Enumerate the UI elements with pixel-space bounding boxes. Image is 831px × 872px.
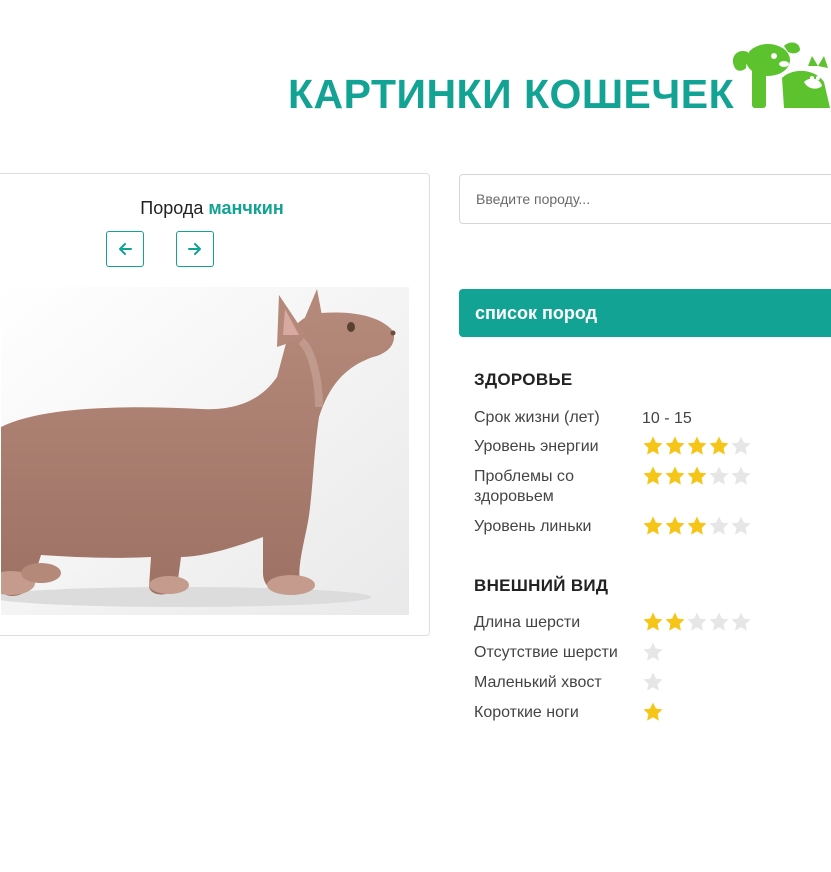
breed-card: Порода манчкин — [0, 173, 430, 636]
breed-heading: Порода манчкин — [0, 197, 429, 219]
star-rating — [642, 611, 752, 633]
star-empty-icon — [731, 516, 751, 535]
rating-label: Уровень энергии — [474, 438, 599, 455]
health-section-title: ЗДОРОВЬЕ — [474, 370, 573, 389]
prev-image-button[interactable] — [106, 231, 144, 267]
star-filled-icon — [665, 466, 685, 485]
star-filled-icon — [687, 516, 707, 535]
appearance-section-title: ВНЕШНИЙ ВИД — [474, 576, 609, 595]
star-rating — [642, 465, 752, 487]
breed-prefix: Порода — [140, 198, 204, 218]
star-filled-icon — [643, 702, 663, 721]
breed-search-input[interactable] — [459, 174, 831, 224]
arrow-left-icon — [119, 243, 132, 255]
star-empty-icon — [731, 466, 751, 485]
star-filled-icon — [665, 436, 685, 455]
arrow-right-icon — [188, 243, 201, 255]
rating-label: Короткие ноги — [474, 704, 579, 721]
star-filled-icon — [643, 516, 663, 535]
star-empty-icon — [687, 612, 707, 631]
rating-label: Уровень линьки — [474, 518, 592, 535]
star-filled-icon — [709, 436, 729, 455]
star-rating — [642, 641, 664, 663]
star-filled-icon — [687, 436, 707, 455]
star-filled-icon — [687, 466, 707, 485]
life-span-value: 10 - 15 — [642, 410, 692, 427]
star-empty-icon — [709, 516, 729, 535]
star-empty-icon — [709, 612, 729, 631]
star-empty-icon — [731, 612, 751, 631]
star-rating — [642, 671, 664, 693]
star-filled-icon — [643, 466, 663, 485]
star-empty-icon — [731, 436, 751, 455]
star-filled-icon — [643, 436, 663, 455]
rating-label: Проблемы со здоровьем — [474, 468, 574, 505]
star-rating — [642, 515, 752, 537]
dog-cat-logo-icon — [732, 42, 830, 108]
star-rating — [642, 435, 752, 457]
rating-label: Длина шерсти — [474, 614, 581, 631]
star-filled-icon — [665, 612, 685, 631]
rating-label: Маленький хвост — [474, 674, 602, 691]
star-empty-icon — [643, 642, 663, 661]
rating-label: Отсутствие шерсти — [474, 644, 618, 661]
site-title: КАРТИНКИ КОШЕЧЕК — [288, 71, 735, 117]
star-rating — [642, 701, 664, 723]
cat-photo — [1, 287, 409, 615]
life-span-label: Срок жизни (лет) — [474, 409, 600, 426]
star-filled-icon — [643, 612, 663, 631]
star-empty-icon — [709, 466, 729, 485]
breed-name: манчкин — [208, 198, 284, 218]
next-image-button[interactable] — [176, 231, 214, 267]
star-empty-icon — [643, 672, 663, 691]
star-filled-icon — [665, 516, 685, 535]
breed-list-button[interactable]: список пород — [459, 289, 831, 337]
